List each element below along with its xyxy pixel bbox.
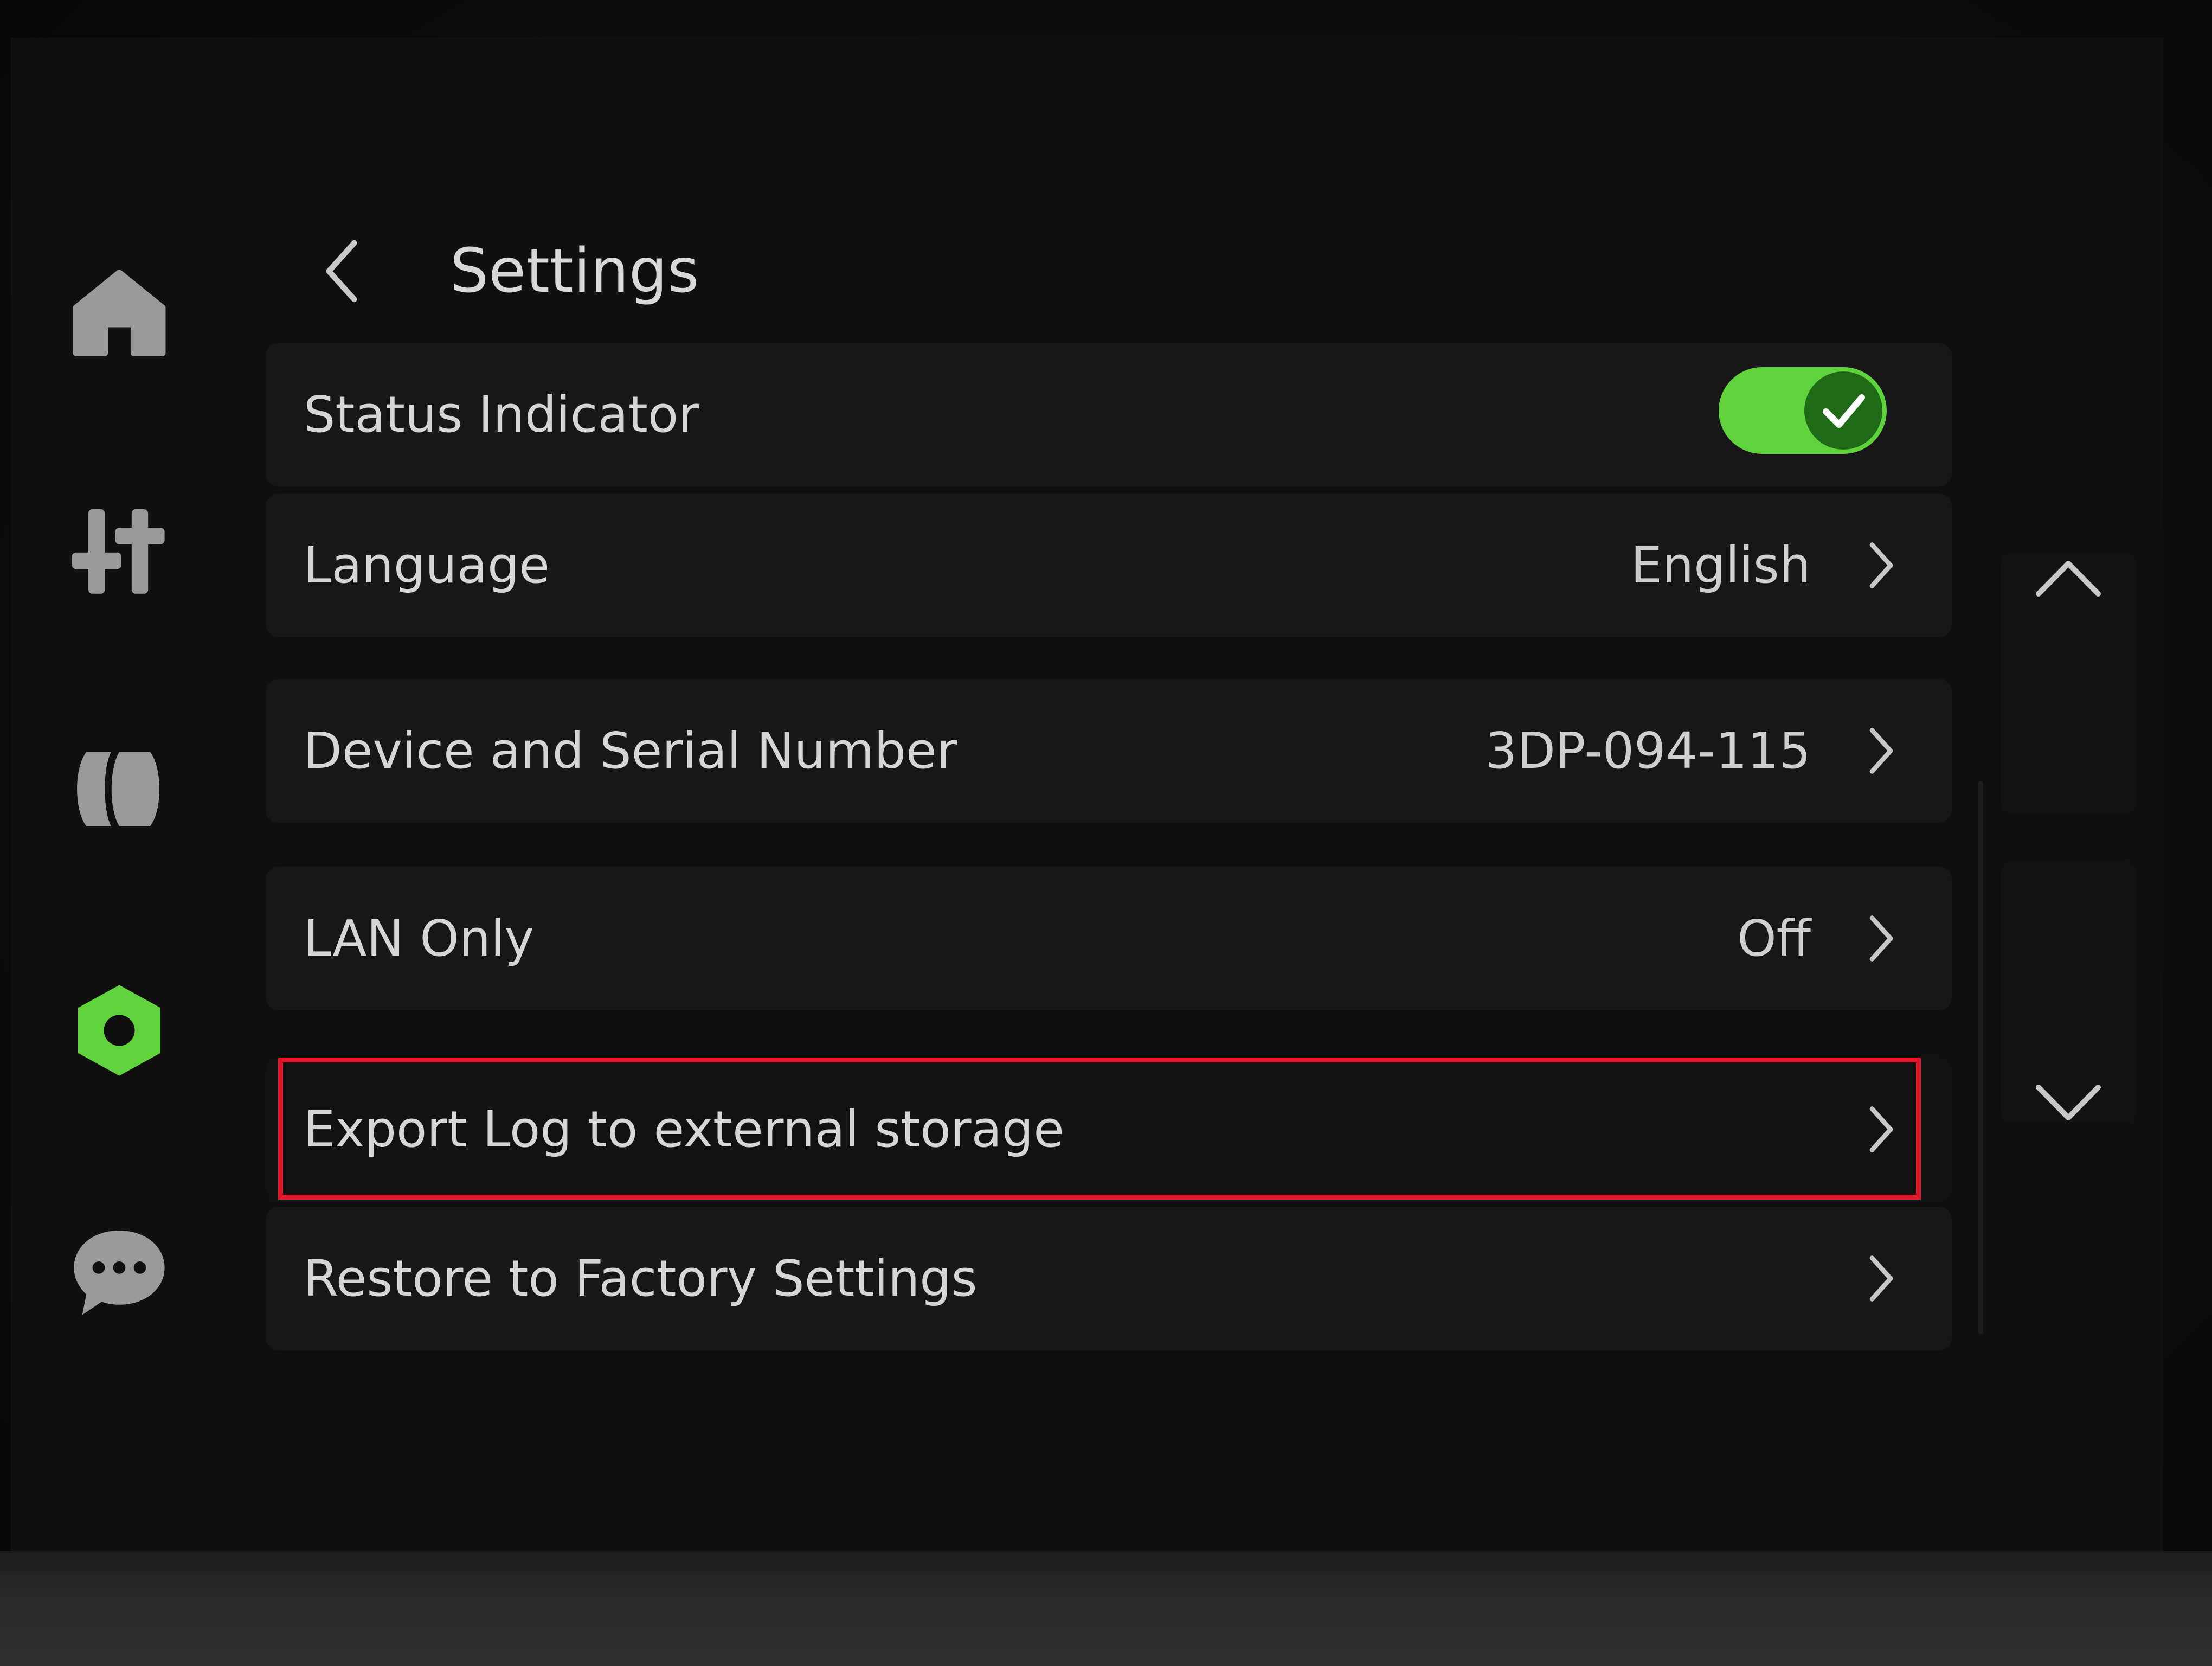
device-bezel [0,1551,2212,1666]
status-indicator-toggle[interactable] [1719,367,1887,454]
scroll-up-button[interactable] [2006,523,2131,632]
serial-number-value: 3DP-094-115 [1485,722,1811,780]
sidebar-item-home[interactable] [65,258,173,366]
home-icon [73,270,166,356]
back-button[interactable] [304,228,380,315]
page-title: Settings [450,236,699,306]
chevron-right-icon [1862,1253,1900,1304]
chevron-down-icon [2036,1085,2101,1120]
toggle-knob [1804,371,1882,450]
row-label: Language [304,536,550,594]
row-label: LAN Only [304,909,535,967]
sidebar-item-settings[interactable] [65,976,173,1085]
chevron-right-icon [1862,540,1900,591]
messages-icon [74,1231,165,1315]
sidebar-item-controls[interactable] [65,496,173,605]
lan-only-row[interactable]: LAN Only Off [266,867,1952,1010]
highlight-box [278,1058,1921,1200]
row-label: Restore to Factory Settings [304,1250,978,1308]
chevron-up-icon [2036,561,2101,597]
row-label: Device and Serial Number [304,722,957,780]
chevron-left-icon [326,240,357,303]
sidebar-item-messages[interactable] [65,1218,173,1326]
sidebar-item-filament[interactable] [65,735,173,843]
check-icon [1823,394,1865,428]
restore-factory-row[interactable]: Restore to Factory Settings [266,1207,1952,1350]
chevron-right-icon [1862,913,1900,964]
controls-icon [72,509,165,594]
status-indicator-row: Status Indicator [266,343,1952,486]
settings-icon [78,985,160,1076]
scroll-down-button[interactable] [2006,1049,2131,1158]
chevron-right-icon [1862,725,1900,777]
row-label: Status Indicator [304,386,699,444]
filament-icon [77,752,160,826]
language-value: English [1630,536,1811,594]
device-serial-row[interactable]: Device and Serial Number 3DP-094-115 [266,679,1952,823]
scrollbar[interactable] [1978,781,1983,1334]
lan-only-value: Off [1737,909,1811,967]
language-row[interactable]: Language English [266,494,1952,637]
